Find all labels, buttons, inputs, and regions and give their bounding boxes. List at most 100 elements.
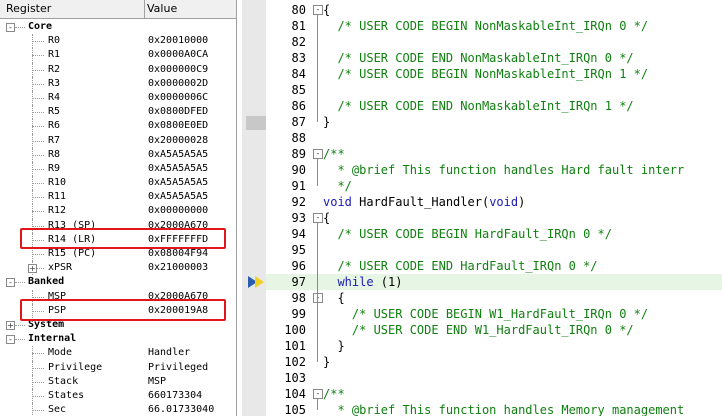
- code-text: }: [323, 115, 331, 129]
- register-row-r5[interactable]: R5 0x0800DFED: [0, 105, 236, 120]
- code-line[interactable]: 85: [266, 82, 722, 98]
- code-line[interactable]: 101 }: [266, 338, 722, 354]
- code-line[interactable]: 86 /* USER CODE END NonMaskableInt_IRQn …: [266, 98, 722, 114]
- tree-connector: [32, 395, 44, 397]
- code-line[interactable]: 102}: [266, 354, 722, 370]
- register-value[interactable]: 0x21000003: [148, 261, 208, 275]
- register-row-mode[interactable]: Mode Handler: [0, 346, 236, 361]
- register-value[interactable]: 0x0000002D: [148, 77, 208, 91]
- code-line[interactable]: 103: [266, 370, 722, 386]
- code-line[interactable]: 91 */: [266, 178, 722, 194]
- code-line[interactable]: 90 * @brief This function handles Hard f…: [266, 162, 722, 178]
- psp-highlight-box: [20, 299, 226, 321]
- line-number: 95: [291, 243, 306, 257]
- register-value[interactable]: Handler: [148, 346, 190, 360]
- register-value[interactable]: 0x08004F94: [148, 247, 208, 261]
- register-value[interactable]: 0xA5A5A5A5: [148, 176, 208, 190]
- line-number: 87: [291, 115, 306, 129]
- code-line[interactable]: 100 /* USER CODE END W1_HardFault_IRQn 0…: [266, 322, 722, 338]
- register-value[interactable]: 0x20000028: [148, 134, 208, 148]
- register-row-r0[interactable]: R0 0x20010000: [0, 34, 236, 49]
- register-row-r10[interactable]: R10 0xA5A5A5A5: [0, 176, 236, 191]
- register-name: R3: [48, 77, 61, 89]
- fold-toggle-icon[interactable]: -: [313, 149, 323, 159]
- expand-icon[interactable]: +: [6, 320, 15, 330]
- tree-connector: [15, 339, 25, 341]
- register-value[interactable]: Privileged: [148, 361, 208, 375]
- register-row-stack[interactable]: Stack MSP: [0, 374, 236, 389]
- register-value[interactable]: 0xA5A5A5A5: [148, 190, 208, 204]
- code-editor[interactable]: 80-{81 /* USER CODE BEGIN NonMaskableInt…: [242, 0, 722, 416]
- register-value[interactable]: 660173304: [148, 389, 202, 403]
- register-row-r8[interactable]: R8 0xA5A5A5A5: [0, 147, 236, 162]
- register-value[interactable]: 0xA5A5A5A5: [148, 148, 208, 162]
- register-row-r12[interactable]: R12 0x00000000: [0, 204, 236, 219]
- fold-toggle-icon[interactable]: -: [313, 5, 323, 15]
- register-name: R5: [48, 106, 61, 118]
- line-number: 88: [291, 131, 306, 145]
- collapse-icon[interactable]: -: [6, 23, 15, 32]
- register-value[interactable]: 0x0000006C: [148, 91, 208, 105]
- code-line[interactable]: 95: [266, 242, 722, 258]
- register-value[interactable]: 0x0000A0CA: [148, 48, 208, 62]
- register-group-core[interactable]: - Core: [0, 20, 236, 34]
- register-group-banked[interactable]: - Banked: [0, 275, 236, 289]
- register-name: R0: [48, 35, 61, 47]
- collapse-icon[interactable]: -: [6, 278, 15, 288]
- code-line[interactable]: 104-/**: [266, 386, 722, 402]
- code-line[interactable]: 84 /* USER CODE BEGIN NonMaskableInt_IRQ…: [266, 66, 722, 82]
- breakpoint-gutter[interactable]: [242, 0, 266, 416]
- register-value[interactable]: 0xA5A5A5A5: [148, 162, 208, 176]
- register-value[interactable]: 0x000000C9: [148, 63, 208, 77]
- code-line[interactable]: 96 /* USER CODE END HardFault_IRQn 0 */: [266, 258, 722, 274]
- code-line[interactable]: 92 void HardFault_Handler(void): [266, 194, 722, 210]
- code-line[interactable]: 97 while (1): [248, 274, 722, 290]
- register-name: R15 (PC): [48, 248, 97, 259]
- code-line[interactable]: 93-{: [266, 210, 722, 226]
- code-line[interactable]: 81 /* USER CODE BEGIN NonMaskableInt_IRQ…: [266, 18, 722, 34]
- register-row-r15-pc[interactable]: R15 (PC) 0x08004F94: [0, 247, 236, 262]
- code-line[interactable]: 88: [266, 130, 722, 146]
- register-value[interactable]: MSP: [148, 375, 166, 389]
- register-name: Core: [28, 21, 53, 32]
- register-row-r3[interactable]: R3 0x0000002D: [0, 76, 236, 91]
- register-group-internal[interactable]: - Internal: [0, 332, 236, 346]
- value-column-header[interactable]: Value: [141, 0, 236, 18]
- register-row-r9[interactable]: R9 0xA5A5A5A5: [0, 161, 236, 177]
- register-value[interactable]: 0x0800DFED: [148, 105, 208, 119]
- register-value[interactable]: 0x0800E0ED: [148, 119, 208, 133]
- register-row-states[interactable]: States 660173304: [0, 388, 236, 404]
- tree-connector: [15, 324, 25, 326]
- code-line[interactable]: 82: [266, 34, 722, 50]
- code-line[interactable]: 87}: [266, 114, 722, 130]
- collapse-icon[interactable]: -: [6, 335, 15, 345]
- code-line[interactable]: 98- {: [266, 290, 722, 306]
- code-line[interactable]: 89-/**: [266, 146, 722, 162]
- register-row-sec[interactable]: Sec 66.01733040: [0, 403, 236, 416]
- register-row-xpsr[interactable]: + xPSR 0x21000003: [0, 261, 236, 276]
- register-name: xPSR: [48, 262, 73, 274]
- code-line[interactable]: 99 /* USER CODE BEGIN W1_HardFault_IRQn …: [266, 306, 722, 322]
- register-row-r1[interactable]: R1 0x0000A0CA: [0, 48, 236, 63]
- register-row-r6[interactable]: R6 0x0800E0ED: [0, 119, 236, 134]
- fold-toggle-icon[interactable]: -: [313, 213, 323, 223]
- code-line[interactable]: 105 * @brief This function handles Memor…: [266, 402, 722, 416]
- register-name: States: [48, 389, 85, 401]
- fold-toggle-icon[interactable]: -: [313, 293, 323, 303]
- code-line[interactable]: 83 /* USER CODE END NonMaskableInt_IRQn …: [266, 50, 722, 66]
- register-value[interactable]: 0x20010000: [148, 34, 208, 48]
- register-column-header[interactable]: Register: [0, 0, 145, 18]
- code-line[interactable]: 94 /* USER CODE BEGIN HardFault_IRQn 0 *…: [266, 226, 722, 242]
- register-row-r4[interactable]: R4 0x0000006C: [0, 90, 236, 106]
- register-value[interactable]: 66.01733040: [148, 403, 214, 416]
- register-row-privilege[interactable]: Privilege Privileged: [0, 360, 236, 375]
- code-line[interactable]: 80-{: [266, 2, 722, 18]
- register-row-r11[interactable]: R11 0xA5A5A5A5: [0, 190, 236, 205]
- register-row-r2[interactable]: R2 0x000000C9: [0, 62, 236, 77]
- register-row-r7[interactable]: R7 0x20000028: [0, 133, 236, 148]
- register-value[interactable]: 0x00000000: [148, 204, 208, 218]
- expand-icon[interactable]: +: [28, 264, 37, 274]
- fold-toggle-icon[interactable]: -: [313, 389, 323, 399]
- line-number: 100: [284, 323, 306, 337]
- fold-guide: [317, 159, 318, 186]
